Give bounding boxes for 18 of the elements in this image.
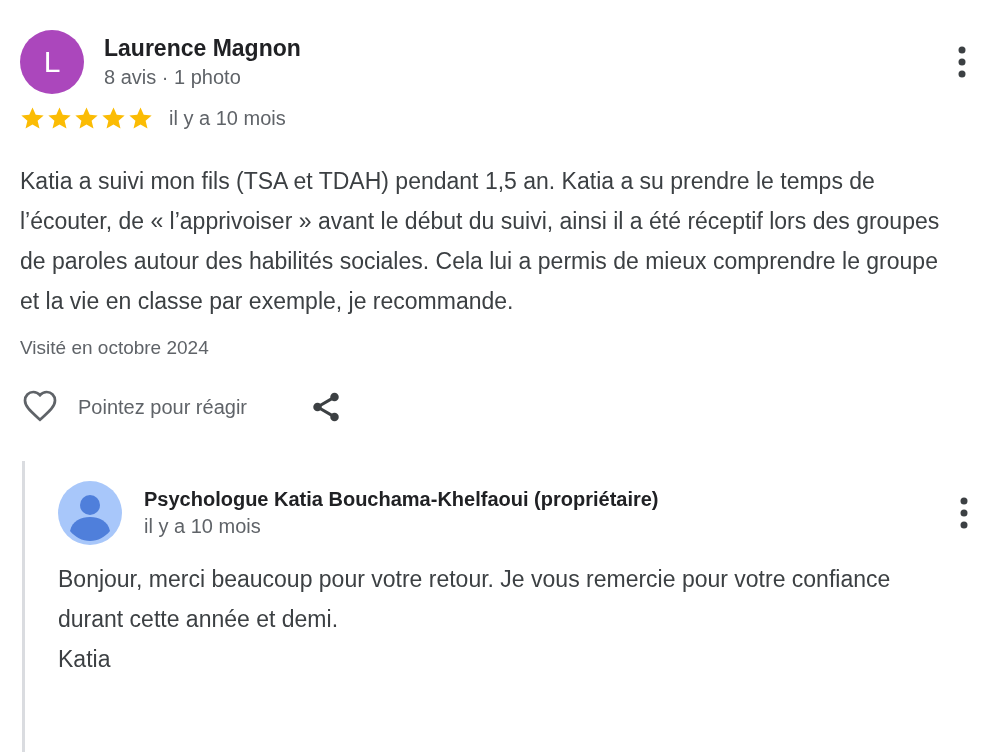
user-avatar[interactable]: L: [20, 30, 84, 94]
owner-name[interactable]: Psychologue Katia Bouchama-Khelfaoui (propriétaire): [144, 488, 659, 511]
owner-avatar[interactable]: [58, 481, 122, 545]
more-options-icon[interactable]: [960, 497, 968, 529]
more-options-icon[interactable]: [958, 46, 966, 78]
reply-text: Bonjour, merci beaucoup pour votre retour. Je vous remercie pour votre confiance durant cette année et demi. Katia: [58, 565, 892, 674]
visit-date: Visité en octobre 2024: [20, 337, 210, 359]
star-icon: [74, 106, 99, 131]
star-icon: [101, 106, 126, 131]
star-icon: [128, 106, 153, 131]
star-icon: [20, 106, 45, 131]
reviewer-name[interactable]: Laurence Magnon: [104, 35, 301, 62]
review-time: il y a 10 mois: [169, 107, 286, 130]
reply-time: il y a 10 mois: [144, 515, 262, 538]
star-icon: [47, 106, 72, 131]
reviewer-stats: 8 avis · 1 photo: [104, 66, 242, 89]
react-label[interactable]: Pointez pour réagir: [78, 395, 247, 419]
review-text: Katia a suivi mon fils (TSA et TDAH) pendant 1,5 an. Katia a su prendre le temps de l’écouter, de « l’apprivoiser » avant le début du suivi, ainsi il a été réceptif lors des groupes de paroles autour des habilités sociales. Cela lui a permis de mieux comprendre le groupe et la vie en classe par exemple, je recommande.: [20, 167, 941, 316]
